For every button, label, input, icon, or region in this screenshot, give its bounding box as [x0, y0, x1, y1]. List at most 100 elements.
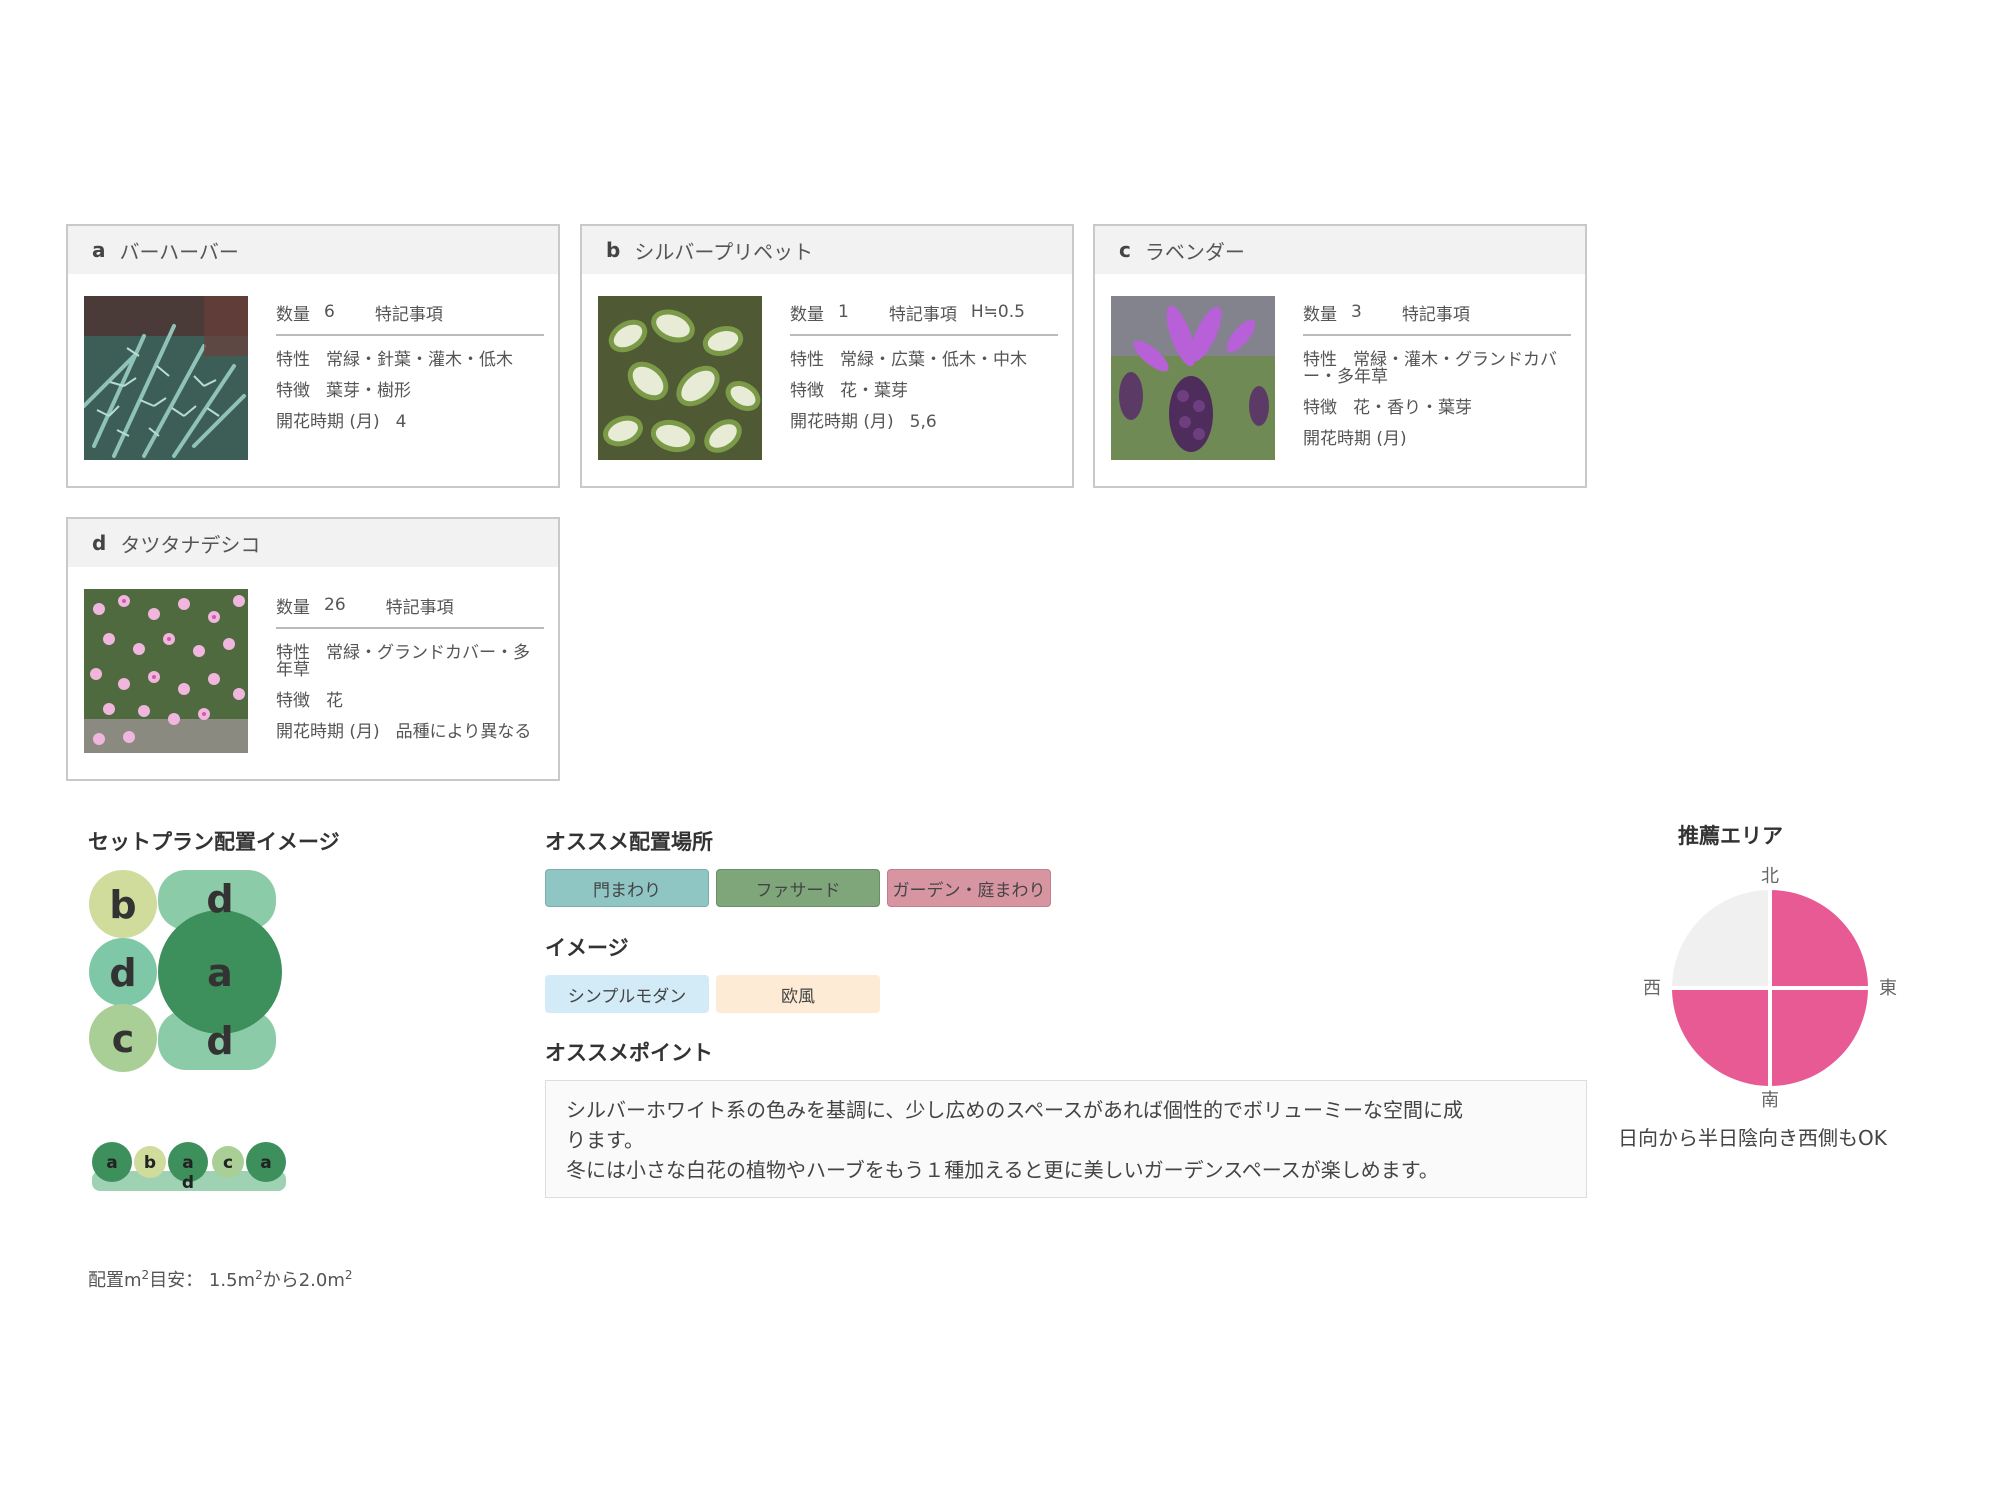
plant-letter: b [606, 238, 621, 262]
compass-west-label: 西 [1643, 978, 1661, 999]
qty-label: 数量 [276, 304, 310, 325]
row-label-5: a [260, 1153, 271, 1173]
compass-south-label: 南 [1761, 1090, 1779, 1110]
plant-letter: c [1119, 238, 1131, 262]
trait-value: 常緑・広葉・低木・中木 [840, 350, 1027, 370]
feature-value: 花 [326, 691, 343, 711]
feature-value: 花・葉芽 [840, 381, 908, 401]
area-title: 推薦エリア [1678, 824, 1783, 848]
qty-label: 数量 [790, 304, 824, 325]
compass-sun-chart: 北 南 西 東 [1643, 866, 1897, 1110]
trait-value: 常緑・針葉・灌木・低木 [326, 350, 513, 370]
note-label: 特記事項 [888, 304, 957, 325]
plant-name: シルバープリペット [634, 239, 814, 264]
plant-info: 数量 1 特記事項 H≒0.5 特性 常緑・広葉・低木・中木 特徴 花・葉芽 開花時… [790, 298, 1058, 431]
trait-label: 特性 [790, 350, 824, 370]
compass-north-label: 北 [1761, 866, 1779, 887]
size-sup-2: 2 [255, 1268, 263, 1282]
qty-value: 26 [324, 595, 346, 615]
plant-photo-juniper [84, 296, 248, 460]
card-header: a バーハーバー [68, 226, 558, 274]
qty-value: 1 [838, 302, 849, 322]
row-label-3: a [182, 1153, 193, 1173]
bloom-label: 開花時期 (月) [276, 722, 380, 742]
point-text-box: シルバーホワイト系の色みを基調に、少し広めのスペースがあれば個性的でボリューミー… [545, 1080, 1587, 1198]
quadrant-south-west [1672, 988, 1770, 1086]
feature-value: 花・香り・葉芽 [1353, 398, 1472, 418]
note-label: 特記事項 [385, 597, 454, 618]
plant-card-c: c ラベンダー 数量 3 特記事項 特性常緑・灌木・グランドカバー・多年草 特 [1093, 224, 1587, 488]
row-label-6: d [182, 1173, 194, 1193]
feature-label: 特徴 [1303, 398, 1337, 418]
row-label-4: c [223, 1153, 233, 1173]
point-line-2: ります。 [566, 1128, 644, 1152]
plant-photo-privet [598, 296, 762, 460]
row-label-1: a [106, 1153, 117, 1173]
feature-label: 特徴 [276, 691, 310, 711]
quadrant-north-east [1770, 890, 1868, 988]
plan-label-d-bottom: d [206, 1019, 233, 1063]
plan-label-a: a [207, 951, 233, 995]
note-value: H≒0.5 [970, 302, 1025, 322]
size-label: 配置m [88, 1270, 142, 1291]
bloom-label: 開花時期 (月) [790, 412, 894, 432]
plan-layout-diagram: b d d a c d [89, 870, 282, 1072]
bloom-label: 開花時期 (月) [1303, 429, 1407, 449]
placement-tag-gate: 門まわり [545, 869, 709, 907]
plant-card-d: d タツタナデシコ 数量 26 特記事項 特性 常緑・グランドカバー・多年草 特徴… [66, 517, 560, 781]
quadrant-south-east [1770, 988, 1868, 1086]
bloom-label: 開花時期 (月) [276, 412, 380, 432]
area-size-note: 配置m2目安： 1.5m2から2.0m2 [88, 1266, 353, 1292]
qty-label: 数量 [276, 597, 310, 618]
size-mid: 目安： 1.5m [149, 1270, 256, 1291]
area-note: 日向から半日陰向き西側もOK [1618, 1126, 1887, 1150]
plant-name: バーハーバー [119, 239, 239, 264]
quadrant-north-west [1672, 890, 1770, 988]
trait-value: 常緑・灌木・グランドカバー・多年草 [1303, 350, 1557, 387]
feature-label: 特徴 [790, 381, 824, 401]
plant-photo-lavender [1111, 296, 1275, 460]
plant-photo-dianthus [84, 589, 248, 753]
point-line-3: 冬には小さな白花の植物やハーブをもう１種加えると更に美しいガーデンスペースが楽し… [566, 1158, 1439, 1182]
size-to: から2.0m [262, 1270, 345, 1291]
card-header: b シルバープリペット [582, 226, 1072, 274]
qty-value: 3 [1351, 302, 1362, 322]
plant-letter: d [92, 531, 107, 555]
size-sup-3: 2 [344, 1268, 353, 1282]
bloom-value: 5,6 [909, 412, 937, 432]
feature-value: 葉芽・樹形 [326, 381, 411, 401]
card-header: c ラベンダー [1095, 226, 1585, 274]
bloom-value: 4 [395, 412, 407, 432]
plant-letter: a [92, 238, 106, 262]
bloom-value: 品種により異なる [395, 722, 532, 742]
plan-label-b: b [109, 883, 136, 927]
feature-label: 特徴 [276, 381, 310, 401]
plant-card-b: b シルバープリペット 数量 1 特記事項 H≒0.5 特性 常緑・広葉・低木・… [580, 224, 1074, 488]
row-layout-diagram: a b a c a d [92, 1142, 286, 1193]
qty-value: 6 [324, 302, 335, 322]
placement-tag-garden: ガーデン・庭まわり [887, 869, 1051, 907]
placement-title: オススメ配置場所 [545, 830, 713, 854]
qty-label: 数量 [1303, 304, 1337, 325]
point-line-1: シルバーホワイト系の色みを基調に、少し広めのスペースがあれば個性的でボリューミー… [566, 1098, 1463, 1122]
note-label: 特記事項 [374, 304, 443, 325]
placement-tag-facade: ファサード [716, 869, 880, 907]
plant-name: タツタナデシコ [120, 532, 261, 557]
plant-info: 数量 3 特記事項 特性 常緑・灌木・グランドカバー・多年草 特徴 花・香り・葉芽 … [1303, 298, 1571, 448]
image-tag-european: 欧風 [716, 975, 880, 1013]
note-label: 特記事項 [1401, 304, 1470, 325]
trait-label: 特性 [276, 350, 310, 370]
layout-section-title: セットプラン配置イメージ [88, 830, 340, 854]
plant-card-a: a バーハーバー 数量 6 特記事項 特性 常緑・針葉・灌木・低木 特徴 葉芽・… [66, 224, 560, 488]
plan-label-d-left: d [109, 951, 136, 995]
image-tag-simple-modern: シンプルモダン [545, 975, 709, 1013]
plant-info: 数量 26 特記事項 特性 常緑・グランドカバー・多年草 特徴花 開花時期 (月)… [276, 591, 544, 741]
plant-info: 数量 6 特記事項 特性 常緑・針葉・灌木・低木 特徴 葉芽・樹形 開花時期 (月)… [276, 298, 544, 431]
plan-label-d-top: d [206, 877, 233, 921]
plan-label-c: c [112, 1017, 135, 1061]
row-label-2: b [144, 1153, 156, 1173]
compass-east-label: 東 [1879, 978, 1897, 999]
point-title: オススメポイント [545, 1041, 713, 1065]
card-header: d タツタナデシコ [68, 519, 558, 567]
image-title: イメージ [545, 936, 629, 960]
